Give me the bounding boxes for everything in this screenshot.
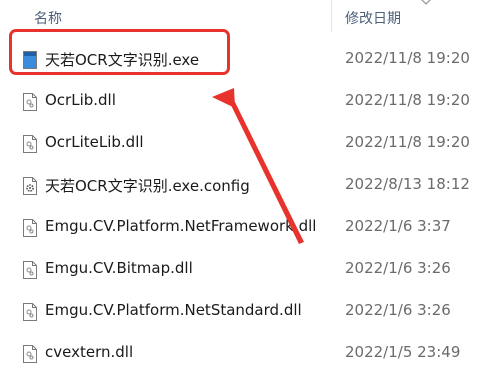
file-date: 2022/1/6 3:26 bbox=[345, 301, 451, 319]
file-name: 天若OCR文字识别.exe.config bbox=[45, 177, 250, 195]
file-row[interactable]: Emgu.CV.Platform.NetStandard.dll 2022/1/… bbox=[0, 291, 502, 333]
file-name: Emgu.CV.Platform.NetStandard.dll bbox=[45, 301, 302, 319]
file-name: OcrLib.dll bbox=[45, 91, 116, 109]
file-date: 2022/1/6 3:37 bbox=[345, 217, 451, 235]
dll-file-icon bbox=[23, 303, 37, 321]
column-header-date-modified[interactable]: 修改日期 bbox=[345, 8, 401, 28]
dll-file-icon bbox=[23, 135, 37, 153]
file-date: 2022/11/8 19:20 bbox=[345, 49, 470, 67]
file-name: Emgu.CV.Platform.NetFramework.dll bbox=[45, 217, 317, 235]
dll-file-icon bbox=[23, 261, 37, 279]
sort-chevron-icon[interactable] bbox=[419, 0, 433, 7]
dll-file-icon bbox=[23, 219, 37, 237]
file-date: 2022/1/5 23:49 bbox=[345, 343, 461, 361]
config-file-icon bbox=[23, 177, 37, 195]
file-row[interactable]: OcrLiteLib.dll 2022/11/8 19:20 bbox=[0, 123, 502, 165]
file-row[interactable]: cvextern.dll 2022/1/5 23:49 bbox=[0, 333, 502, 375]
file-row[interactable]: OcrLib.dll 2022/11/8 19:20 bbox=[0, 81, 502, 123]
highlight-box bbox=[9, 29, 230, 75]
file-date: 2022/1/6 3:26 bbox=[345, 259, 451, 277]
file-row[interactable]: 天若OCR文字识别.exe.config 2022/8/13 18:12 bbox=[0, 165, 502, 207]
dll-file-icon bbox=[23, 93, 37, 111]
column-divider[interactable] bbox=[331, 0, 332, 32]
file-name: cvextern.dll bbox=[45, 343, 134, 361]
file-date: 2022/8/13 18:12 bbox=[345, 175, 470, 193]
file-row[interactable]: Emgu.CV.Bitmap.dll 2022/1/6 3:26 bbox=[0, 249, 502, 291]
file-name: OcrLiteLib.dll bbox=[45, 133, 144, 151]
column-header-name[interactable]: 名称 bbox=[34, 8, 62, 28]
file-name: Emgu.CV.Bitmap.dll bbox=[45, 259, 193, 277]
file-row[interactable]: Emgu.CV.Platform.NetFramework.dll 2022/1… bbox=[0, 207, 502, 249]
file-date: 2022/11/8 19:20 bbox=[345, 133, 470, 151]
file-date: 2022/11/8 19:20 bbox=[345, 91, 470, 109]
dll-file-icon bbox=[23, 345, 37, 363]
